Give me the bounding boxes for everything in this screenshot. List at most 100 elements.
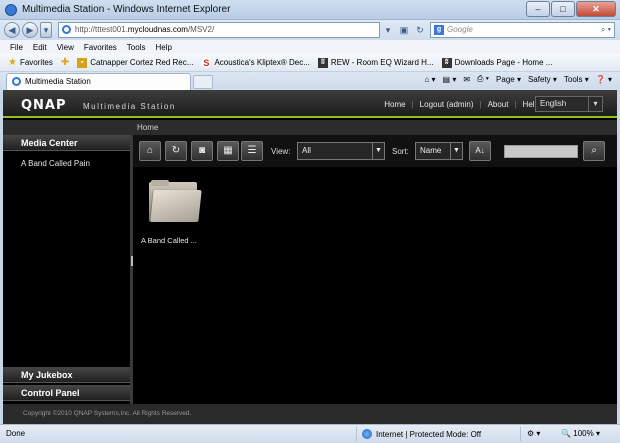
sidebar-media-center[interactable]: Media Center: [3, 135, 130, 151]
page-icon: ʬ: [317, 57, 328, 68]
menu-edit[interactable]: Edit: [33, 43, 47, 52]
nav-logout[interactable]: Logout (admin): [420, 100, 474, 109]
refresh-button[interactable]: ↻: [165, 141, 187, 161]
history-dropdown-button[interactable]: ▾: [40, 22, 52, 38]
tab-bar: Multimedia Station ⌂ ▾ ▤ ▾ ✉ ⎙ ▾ Page ▾ …: [0, 72, 620, 90]
home-icon[interactable]: ⌂ ▾: [424, 75, 435, 84]
slideshow-button[interactable]: ◙: [191, 141, 213, 161]
compatibility-icon[interactable]: ▣: [397, 23, 411, 37]
nav-home[interactable]: Home: [384, 100, 405, 109]
safety-menu[interactable]: Safety ▾: [528, 75, 557, 84]
feeds-icon[interactable]: ▤ ▾: [443, 75, 457, 84]
sort-select[interactable]: Name ▼: [415, 142, 463, 160]
menu-view[interactable]: View: [57, 43, 74, 52]
address-bar: ◀ ▶ ▾ http://tttest001.mycloudnas.com/MS…: [0, 20, 620, 40]
star-icon: ★: [8, 57, 17, 68]
tool-icon[interactable]: ⚙ ▾: [527, 429, 540, 438]
sort-value: Name: [420, 146, 442, 155]
globe-icon: [362, 429, 372, 439]
nav-separator: |: [514, 100, 517, 109]
search-placeholder: Google: [447, 25, 473, 34]
sidebar-item-a-band-called-pain[interactable]: A Band Called Pain: [21, 159, 90, 168]
maximize-button[interactable]: □: [551, 1, 575, 17]
window-controls: – □ ✕: [526, 1, 616, 17]
nav-separator: |: [411, 100, 414, 109]
list-view-button[interactable]: ☰: [241, 141, 263, 161]
forward-button[interactable]: ▶: [22, 22, 38, 38]
zoom-value: 100%: [573, 429, 594, 438]
menu-bar: File Edit View Favorites Tools Help: [0, 40, 620, 54]
status-text: Done: [6, 429, 26, 438]
menu-tools[interactable]: Tools: [127, 43, 146, 52]
media-search-button[interactable]: ⌕: [583, 141, 605, 161]
status-divider: [356, 427, 357, 441]
language-select[interactable]: English ▾: [535, 96, 603, 112]
nav-separator: |: [479, 100, 482, 109]
chevron-down-icon: ▼: [372, 143, 384, 159]
home-button[interactable]: ⌂: [139, 141, 161, 161]
breadcrumb-bar: Home: [3, 120, 617, 135]
tab-multimedia-station[interactable]: Multimedia Station: [6, 73, 191, 90]
print-icon[interactable]: ⎙ ▾: [477, 74, 489, 84]
sidebar-my-jukebox[interactable]: My Jukebox: [3, 367, 130, 383]
language-value: English: [540, 99, 567, 108]
ie-icon: [12, 77, 21, 86]
add-favorite-icon: ✚: [60, 57, 70, 68]
close-button[interactable]: ✕: [576, 1, 616, 17]
url-domain: mycloudnas.com: [127, 25, 188, 34]
folder-icon[interactable]: [149, 180, 202, 224]
folder-label[interactable]: A Band Called ...: [141, 236, 197, 245]
help-menu[interactable]: ❓ ▾: [596, 75, 612, 84]
favorite-link-rew[interactable]: ʬ REW - Room EQ Wizard H...: [317, 57, 434, 68]
sidebar-control-panel[interactable]: Control Panel: [3, 385, 130, 401]
status-divider: [520, 427, 521, 441]
favorite-link-downloads[interactable]: ʬ Downloads Page - Home ...: [441, 57, 553, 68]
url-prefix: http://tttest001.: [75, 25, 128, 34]
media-search-input[interactable]: [504, 145, 578, 158]
url-dropdown-icon[interactable]: ▾: [381, 23, 395, 37]
page-menu[interactable]: Page ▾: [496, 75, 521, 84]
status-bar: Done Internet | Protected Mode: Off ⚙ ▾ …: [0, 424, 620, 443]
app-subtitle: Multimedia Station: [83, 102, 176, 111]
favorites-button[interactable]: ★ Favorites: [8, 57, 53, 68]
back-button[interactable]: ◀: [4, 22, 20, 38]
nav-about[interactable]: About: [488, 100, 509, 109]
search-input[interactable]: g Google ⌕ ▾: [430, 22, 615, 38]
favorite-label: Acoustica's Kliptex® Dec...: [214, 58, 310, 67]
favorite-link-acoustica[interactable]: S Acoustica's Kliptex® Dec...: [201, 57, 310, 68]
main-content: ⌂ ↻ ◙ ▦ ☰ View: All ▼ Sort: Name ▼ A↓ ⌕ …: [133, 135, 617, 404]
app-header: QNAP Multimedia Station Home | Logout (a…: [3, 90, 617, 118]
breadcrumb-home[interactable]: Home: [137, 123, 158, 132]
minimize-button[interactable]: –: [526, 1, 550, 17]
favorite-link-catnapper[interactable]: ▪ Catnapper Cortez Red Rec...: [77, 57, 193, 68]
menu-help[interactable]: Help: [155, 43, 171, 52]
page-icon: [62, 25, 71, 34]
favorites-label: Favorites: [19, 58, 53, 67]
content-toolbar: ⌂ ↻ ◙ ▦ ☰ View: All ▼ Sort: Name ▼ A↓ ⌕: [133, 135, 617, 167]
add-favorite-button[interactable]: ✚: [61, 57, 69, 68]
url-suffix: /MSV2/: [187, 25, 215, 34]
thumbnail-view-button[interactable]: ▦: [217, 141, 239, 161]
zoom-level[interactable]: 🔍 100% ▾: [561, 429, 600, 438]
favorite-label: Downloads Page - Home ...: [454, 58, 553, 67]
sidebar: Media Center A Band Called Pain My Jukeb…: [3, 135, 130, 404]
menu-favorites[interactable]: Favorites: [84, 43, 117, 52]
window-title: Multimedia Station - Windows Internet Ex…: [22, 4, 231, 15]
page-icon: ʬ: [441, 57, 452, 68]
view-select[interactable]: All ▼: [297, 142, 385, 160]
command-bar: ⌂ ▾ ▤ ▾ ✉ ⎙ ▾ Page ▾ Safety ▾ Tools ▾ ❓ …: [424, 74, 612, 84]
new-tab-button[interactable]: [193, 75, 213, 89]
app-footer: Copyright ©2010 QNAP Systems,Inc. All Ri…: [3, 404, 617, 424]
menu-file[interactable]: File: [10, 43, 23, 52]
mail-icon[interactable]: ✉: [463, 75, 470, 84]
favorites-bar: ★ Favorites ✚ ▪ Catnapper Cortez Red Rec…: [0, 54, 620, 72]
zone-text: Internet | Protected Mode: Off: [376, 429, 482, 439]
refresh-icon[interactable]: ↻: [413, 23, 427, 37]
sort-az-button[interactable]: A↓: [469, 141, 491, 161]
security-zone[interactable]: Internet | Protected Mode: Off: [362, 429, 481, 439]
tools-menu[interactable]: Tools ▾: [564, 75, 589, 84]
url-field[interactable]: http://tttest001.mycloudnas.com/MSV2/: [58, 22, 380, 38]
page-icon: ▪: [77, 57, 88, 68]
search-icon[interactable]: ⌕ ▾: [601, 23, 611, 37]
google-icon: g: [434, 25, 444, 35]
